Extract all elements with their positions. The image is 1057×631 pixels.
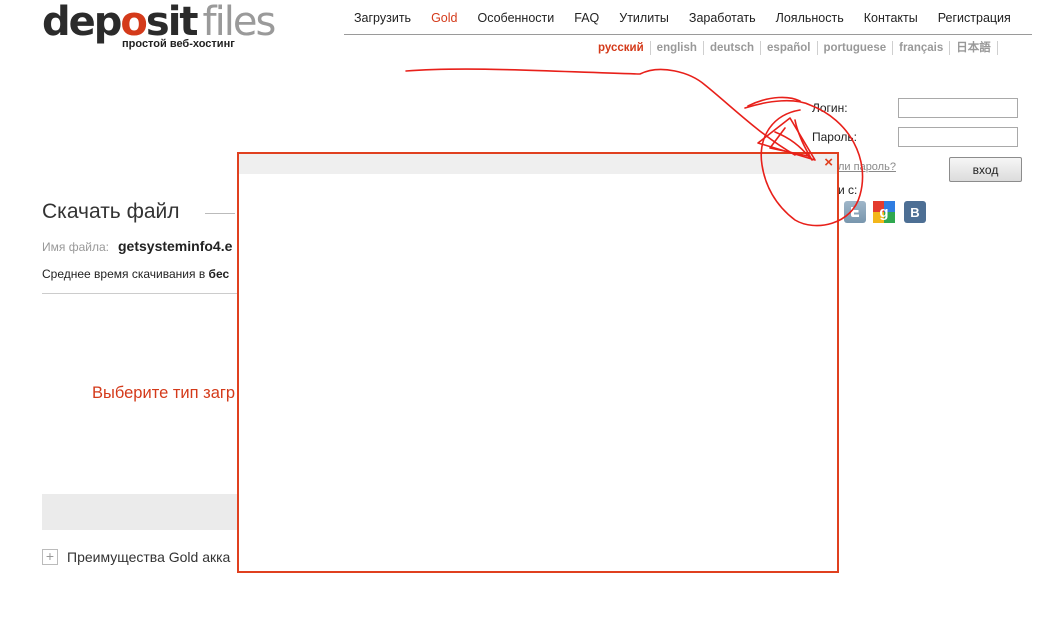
top-navigation: Загрузить Gold Особенности FAQ Утилиты З… — [344, 10, 1032, 35]
password-input[interactable] — [898, 127, 1018, 147]
site-tagline: простой веб-хостинг — [122, 38, 235, 50]
login-with-label: и с: — [838, 183, 858, 197]
lang-russian[interactable]: русский — [592, 41, 651, 55]
nav-gold[interactable]: Gold — [421, 10, 467, 34]
close-icon[interactable]: × — [824, 155, 833, 171]
average-download-time: Среднее время скачивания в бес — [42, 267, 229, 281]
nav-register[interactable]: Регистрация — [928, 10, 1021, 34]
nav-upload[interactable]: Загрузить — [344, 10, 421, 34]
lang-french[interactable]: français — [893, 41, 951, 55]
logo-part: dep — [42, 0, 122, 45]
nav-contacts[interactable]: Контакты — [854, 10, 928, 34]
language-switcher: русский english deutsch español portugue… — [592, 41, 998, 55]
popup-title-bar — [239, 154, 837, 174]
filename-label: Имя файла: — [42, 240, 109, 254]
forgot-password-link[interactable]: ли пароль? — [838, 161, 896, 173]
login-label: Логин: — [812, 101, 848, 115]
lang-german[interactable]: deutsch — [704, 41, 762, 55]
nav-loyalty[interactable]: Лояльность — [766, 10, 854, 34]
twitter-icon[interactable] — [844, 201, 866, 223]
svg-text:B: B — [910, 205, 919, 219]
password-label: Пароль: — [812, 130, 857, 144]
page-title: Скачать файл — [42, 200, 180, 223]
nav-utilities[interactable]: Утилиты — [609, 10, 679, 34]
nav-earn[interactable]: Заработать — [679, 10, 766, 34]
gold-advantages-toggle[interactable]: Преимущества Gold акка — [67, 549, 230, 565]
svg-text:g: g — [879, 204, 888, 221]
choose-download-type-heading: Выберите тип загр — [92, 384, 236, 402]
lang-portuguese[interactable]: portuguese — [818, 41, 894, 55]
download-options-bar — [42, 494, 242, 530]
lang-english[interactable]: english — [651, 41, 704, 55]
avg-time-bold: бес — [208, 267, 230, 281]
google-icon[interactable]: g — [873, 201, 895, 223]
lang-japanese[interactable]: 日本語 — [950, 41, 998, 55]
plus-icon[interactable]: + — [42, 549, 58, 565]
login-button[interactable]: вход — [949, 157, 1022, 182]
lang-spanish[interactable]: español — [761, 41, 818, 55]
content-divider — [42, 293, 242, 294]
vkontakte-icon[interactable]: B — [904, 201, 926, 223]
login-input[interactable] — [898, 98, 1018, 118]
nav-faq[interactable]: FAQ — [564, 10, 609, 34]
nav-features[interactable]: Особенности — [467, 10, 564, 34]
popup-window: × — [237, 152, 839, 573]
filename-value: getsysteminfo4.e — [118, 238, 233, 254]
avg-time-prefix: Среднее время скачивания в — [42, 267, 209, 281]
title-divider — [205, 213, 235, 214]
